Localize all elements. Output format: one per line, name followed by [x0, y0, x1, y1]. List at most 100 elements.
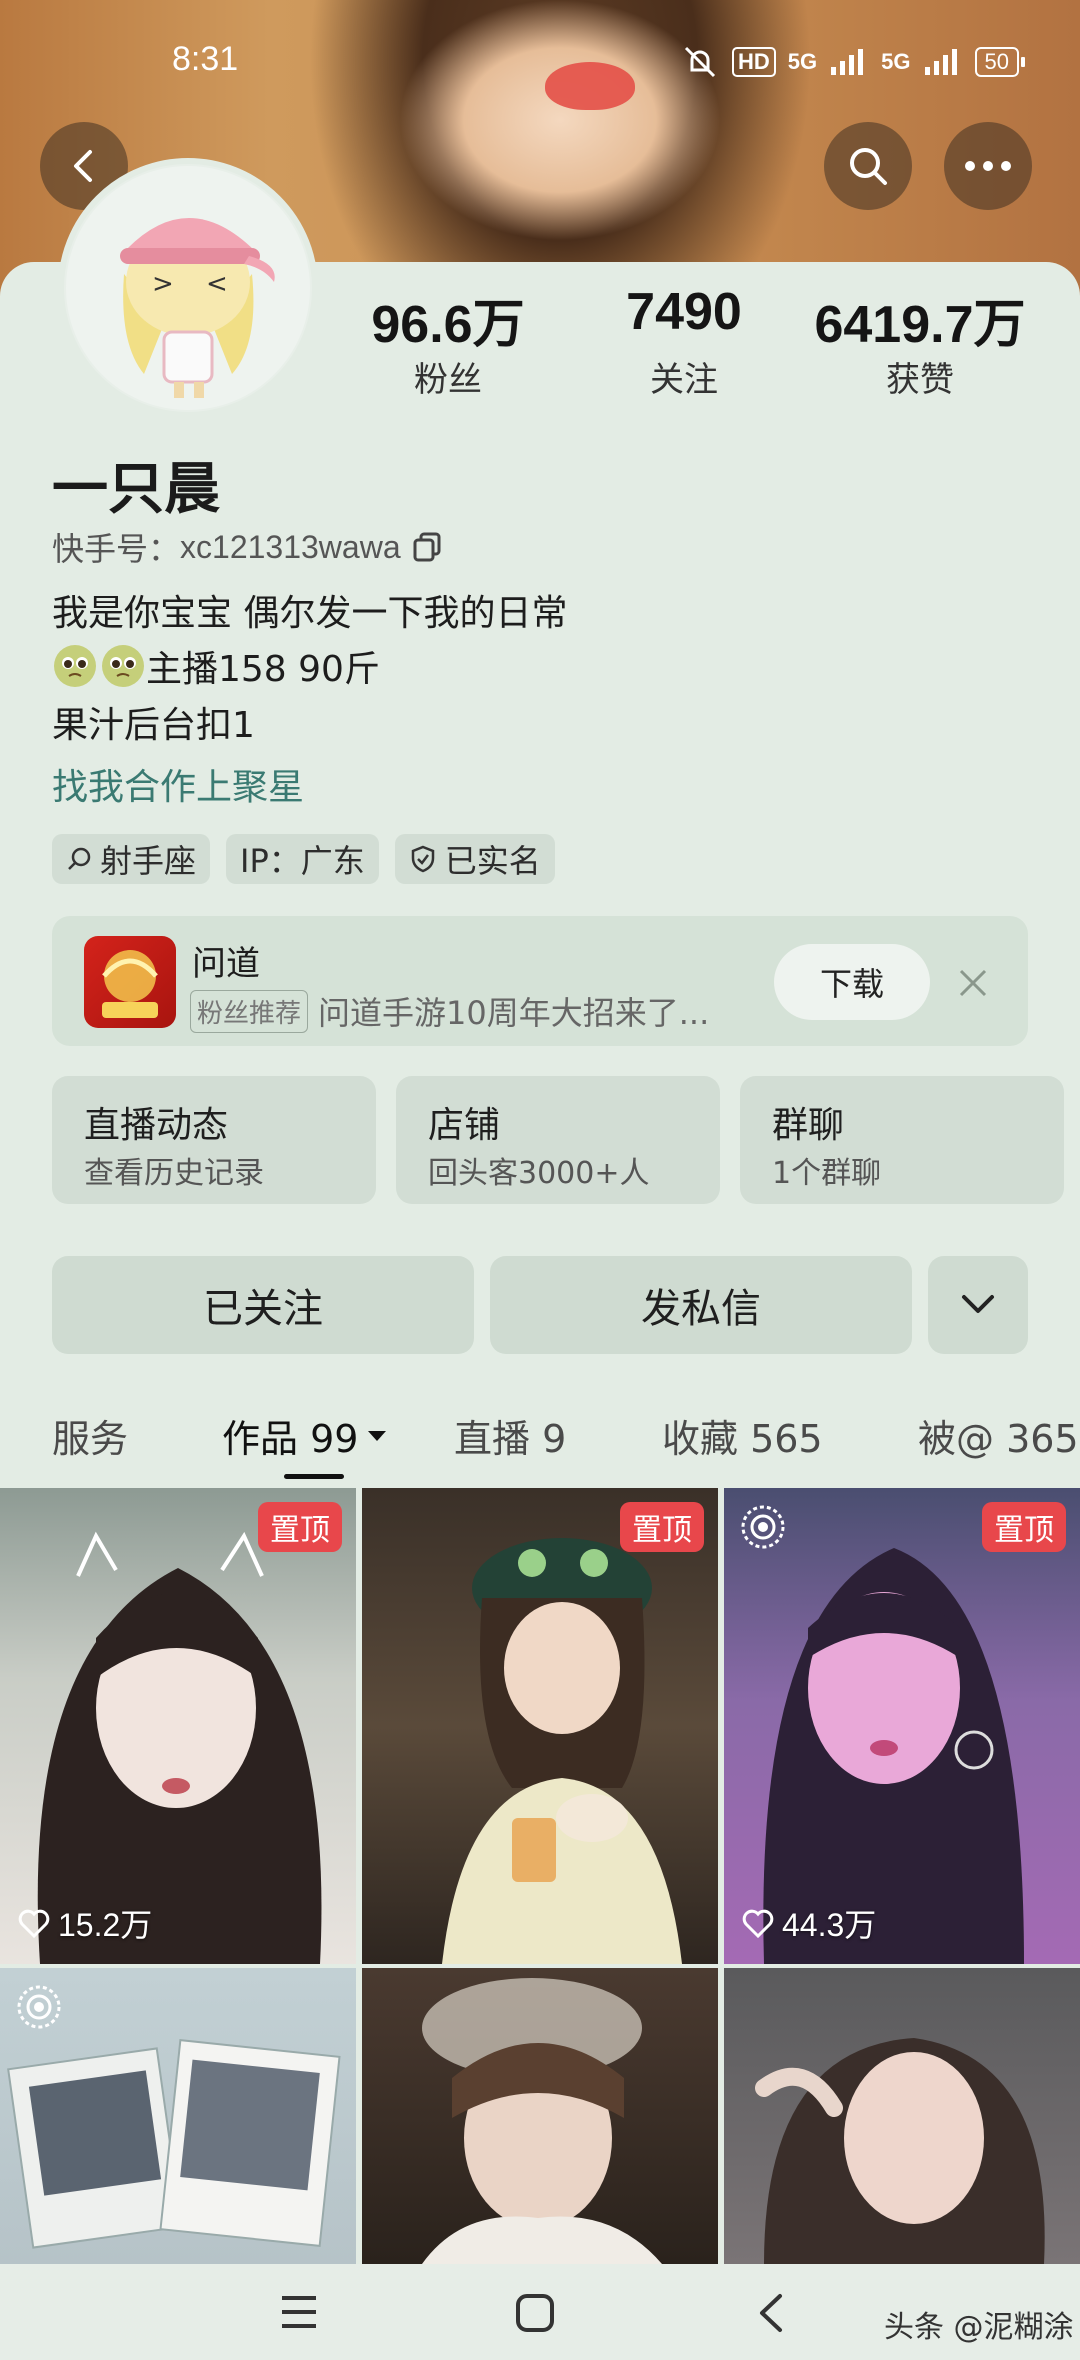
tab-live[interactable]: 直播 9 — [454, 1408, 566, 1463]
post-likes: 44.3万 — [742, 1900, 876, 1946]
post-likes: 15.2万 — [18, 1900, 152, 1946]
svg-text:>: > — [152, 269, 174, 299]
tab-works[interactable]: 作品 99 — [222, 1408, 388, 1463]
bio-line-2: 主播158 90斤 — [146, 649, 380, 690]
shop-title: 店铺 — [428, 1105, 501, 1146]
pinned-badge: 置顶 — [258, 1502, 342, 1552]
signal-icon — [831, 49, 864, 75]
battery-level: 50 — [974, 47, 1019, 77]
game-app-icon — [84, 936, 176, 1028]
chevron-down-icon — [962, 1295, 994, 1313]
post-thumbnail[interactable] — [362, 1968, 718, 2264]
caret-down-icon — [368, 1430, 387, 1441]
group-chat-title: 群聊 — [772, 1105, 845, 1146]
tag-zodiac[interactable]: 射手座 — [52, 834, 211, 884]
tab-mentions[interactable]: 被@ 365 — [918, 1408, 1079, 1463]
recent-apps-icon[interactable] — [278, 2292, 320, 2332]
live-indicator-icon — [741, 1505, 785, 1549]
group-chat-sub: 1个群聊 — [772, 1156, 882, 1191]
back-nav-icon[interactable] — [756, 2292, 786, 2334]
close-icon[interactable] — [956, 966, 990, 1000]
cover-photo-detail — [545, 62, 635, 110]
ad-desc-row: 粉丝推荐 问道手游10周年大招来了... — [190, 988, 709, 1034]
heart-icon — [742, 1909, 774, 1938]
more-dots-icon — [965, 161, 1011, 171]
more-actions-button[interactable] — [928, 1256, 1028, 1354]
tab-works-label: 作品 99 — [222, 1417, 359, 1461]
likes-count[interactable]: 6419.7万 — [790, 282, 1050, 357]
followers-count[interactable]: 96.6万 — [318, 282, 578, 357]
post-thumbnail[interactable] — [0, 1968, 356, 2264]
followers-label: 粉丝 — [414, 360, 482, 400]
shield-check-icon — [411, 845, 435, 873]
download-button[interactable]: 下载 — [774, 944, 930, 1020]
post-photo — [422, 1978, 662, 2264]
tag-verified[interactable]: 已实名 — [394, 834, 555, 884]
following-label: 关注 — [650, 360, 718, 400]
shop-card[interactable]: 店铺 回头客3000+人 — [396, 1076, 720, 1204]
tab-favorites[interactable]: 收藏 565 — [662, 1408, 823, 1463]
bio-line-2-row: 主播158 90斤 — [52, 640, 380, 692]
post-photo — [37, 1531, 322, 1964]
tag-ip[interactable]: IP：广东 — [226, 834, 379, 884]
back-arrow-icon — [74, 150, 92, 182]
post-thumbnail[interactable] — [724, 1968, 1080, 2264]
signal-icon-2 — [924, 49, 957, 75]
post-photo — [755, 2038, 1045, 2264]
post-photo — [442, 1538, 682, 1964]
status-time: 8:31 — [172, 40, 239, 78]
net-label-2: 5G — [881, 49, 911, 74]
live-history-title: 直播动态 — [84, 1105, 229, 1146]
tag-ip-label: IP：广东 — [240, 842, 365, 880]
more-button[interactable] — [944, 122, 1032, 210]
search-icon — [850, 148, 887, 185]
ad-badge: 粉丝推荐 — [190, 989, 309, 1033]
account-id: xc121313wawa — [180, 528, 401, 565]
battery-icon: 50 — [974, 47, 1025, 77]
home-icon[interactable] — [514, 2292, 556, 2334]
pinned-badge: 置顶 — [620, 1502, 704, 1552]
post-photo — [763, 1548, 1024, 1964]
avatar-cartoon-icon: > < — [66, 166, 310, 410]
tag-verified-label: 已实名 — [444, 842, 541, 880]
status-icons: HD 5G 5G 50 — [680, 42, 1025, 82]
pleading-face-icon — [54, 645, 96, 687]
hd-badge: HD — [732, 47, 776, 77]
bio-line-3: 果汁后台扣1 — [52, 705, 255, 746]
followed-button[interactable]: 已关注 — [52, 1256, 474, 1354]
shop-sub: 回头客3000+人 — [428, 1156, 650, 1191]
post-thumbnail[interactable]: 置顶 — [362, 1488, 718, 1964]
likes-label: 获赞 — [886, 360, 954, 400]
post-likes-count: 15.2万 — [58, 1907, 153, 1943]
avatar[interactable]: > < — [58, 158, 318, 418]
post-thumbnail[interactable]: 置顶 15.2万 — [0, 1488, 356, 1964]
cooperation-link[interactable]: 找我合作上聚星 — [52, 758, 304, 810]
ad-description: 问道手游10周年大招来了... — [318, 994, 710, 1032]
post-thumbnail[interactable]: 置顶 44.3万 — [724, 1488, 1080, 1964]
search-button[interactable] — [824, 122, 912, 210]
tab-active-indicator — [284, 1474, 344, 1479]
following-count[interactable]: 7490 — [554, 282, 814, 342]
tag-zodiac-label: 射手座 — [100, 842, 197, 880]
ad-title: 问道 — [192, 944, 260, 984]
account-id-row: 快手号： xc121313wawa — [52, 524, 445, 570]
tab-services[interactable]: 服务 — [52, 1408, 128, 1463]
account-id-prefix: 快手号： — [52, 530, 181, 568]
post-likes-count: 44.3万 — [782, 1907, 877, 1943]
sagittarius-icon — [68, 847, 91, 870]
group-chat-card[interactable]: 群聊 1个群聊 — [740, 1076, 1064, 1204]
live-history-sub: 查看历史记录 — [84, 1156, 264, 1191]
live-history-card[interactable]: 直播动态 查看历史记录 — [52, 1076, 376, 1204]
net-label-1: 5G — [787, 49, 818, 74]
mute-icon — [684, 46, 716, 78]
svg-text:<: < — [206, 269, 228, 299]
display-name: 一只晨 — [52, 457, 220, 522]
bio-line-1: 我是你宝宝 偶尔发一下我的日常 — [52, 593, 568, 634]
message-button[interactable]: 发私信 — [490, 1256, 912, 1354]
profile-tags: 射手座 IP：广东 已实名 — [52, 834, 555, 884]
live-indicator-icon — [17, 1985, 61, 2029]
watermark: 头条 @泥糊涂 — [884, 2310, 1074, 2345]
pleading-face-icon — [102, 645, 144, 687]
heart-icon — [18, 1909, 50, 1938]
copy-icon[interactable] — [411, 530, 445, 564]
